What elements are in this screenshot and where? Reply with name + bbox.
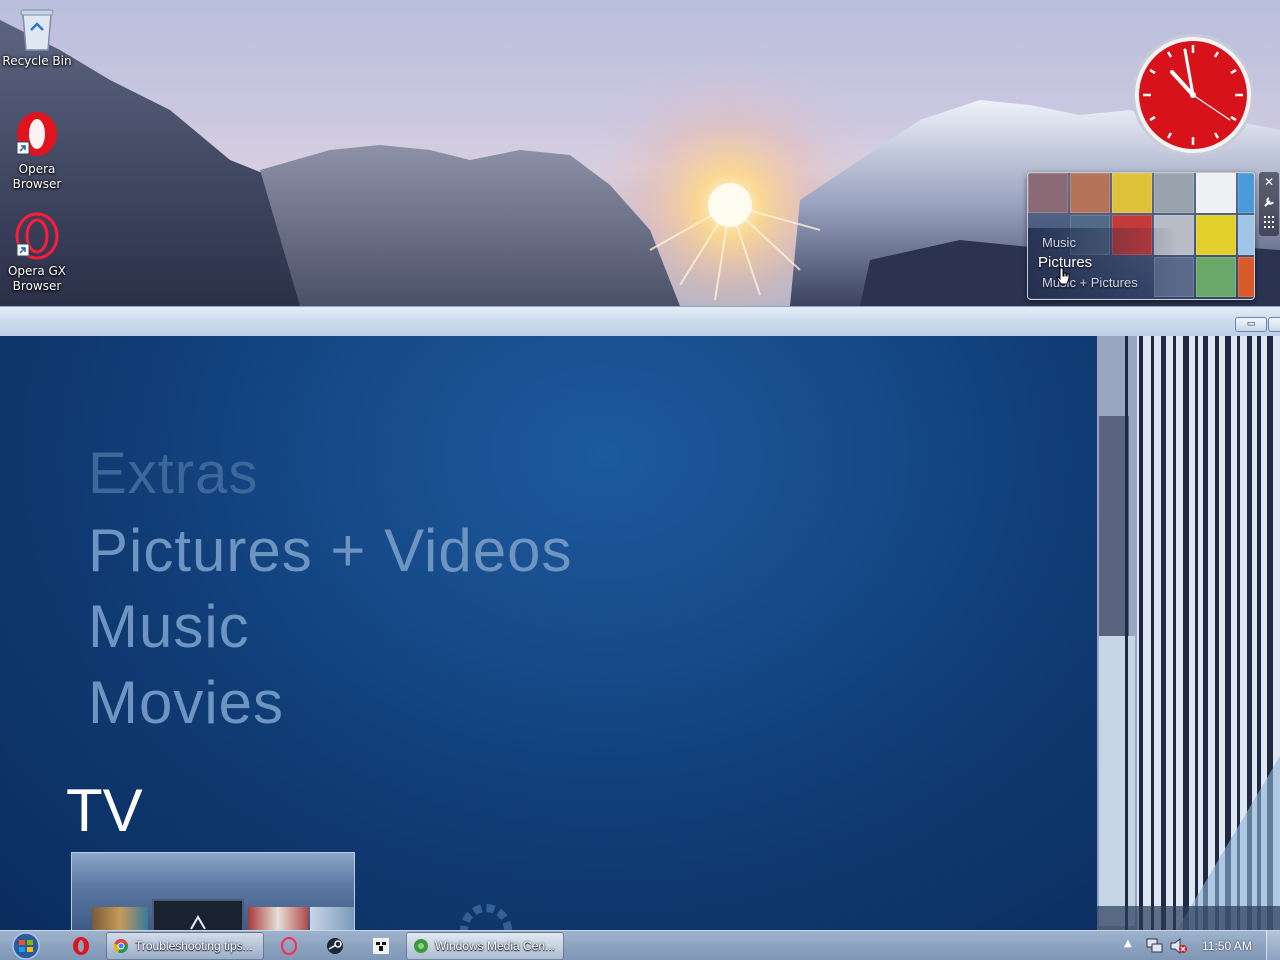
taskbar: Troubleshooting tips... Windows Media Ce… bbox=[0, 930, 1280, 960]
tv-strip[interactable] bbox=[71, 852, 355, 930]
gadget-close-button[interactable]: ✕ bbox=[1259, 172, 1279, 192]
start-button[interactable] bbox=[8, 932, 44, 960]
media-center-window-titlebar[interactable]: ▭ bbox=[0, 306, 1280, 336]
tv-thumbnail[interactable] bbox=[248, 907, 308, 930]
tv-thumbnail[interactable] bbox=[92, 907, 148, 930]
menu-item-tv[interactable]: TV bbox=[66, 776, 143, 845]
menu-item-music[interactable]: Music bbox=[88, 592, 250, 661]
maximize-button[interactable] bbox=[1268, 317, 1280, 332]
tv-play-icon bbox=[190, 915, 206, 930]
taskbar-button-chrome[interactable]: Troubleshooting tips... bbox=[106, 932, 264, 960]
volume-muted-icon[interactable] bbox=[1170, 938, 1188, 954]
display-glitch-area bbox=[1097, 336, 1280, 930]
taskbar-clock[interactable]: 11:50 AM bbox=[1202, 931, 1252, 960]
opera-icon bbox=[16, 112, 57, 156]
taskbar-button-label: Windows Media Cen... bbox=[435, 939, 556, 953]
settings-gear-icon[interactable] bbox=[456, 900, 516, 930]
minimize-button[interactable]: ▭ bbox=[1235, 317, 1267, 332]
clock-gadget[interactable] bbox=[1130, 32, 1256, 158]
menu-item-movies[interactable]: Movies bbox=[88, 668, 284, 737]
tv-thumbnail-selected[interactable] bbox=[152, 899, 244, 930]
clock-face-icon bbox=[1132, 34, 1254, 156]
windows-media-center-icon bbox=[414, 939, 428, 953]
desktop-icon-label: Opera Browser bbox=[12, 162, 62, 191]
desktop-icon-opera-gx[interactable]: Opera GX Browser bbox=[0, 212, 74, 294]
gadget-options-button[interactable] bbox=[1259, 192, 1279, 212]
gadget-drag-handle[interactable] bbox=[1259, 212, 1279, 232]
tray-show-hidden-icons[interactable]: ▲ bbox=[1124, 938, 1132, 949]
mouse-cursor-icon bbox=[1056, 267, 1070, 285]
tv-thumbnail[interactable] bbox=[310, 907, 354, 930]
menu-item-pictures-videos[interactable]: Pictures + Videos bbox=[88, 516, 573, 585]
taskbar-opera-gx-icon[interactable] bbox=[278, 935, 300, 957]
gadget-item-music[interactable]: Music bbox=[1042, 235, 1076, 250]
drag-grip-icon bbox=[1264, 216, 1274, 228]
network-icon[interactable] bbox=[1146, 938, 1164, 954]
media-center-gadget[interactable]: Music Pictures Music + Pictures bbox=[1027, 172, 1255, 300]
show-desktop-button[interactable] bbox=[1266, 931, 1280, 960]
taskbar-opera-icon[interactable] bbox=[70, 935, 92, 957]
windows-start-orb-icon bbox=[12, 932, 40, 960]
desktop-icon-recycle-bin[interactable]: Recycle Bin bbox=[0, 6, 74, 69]
menu-item-extras[interactable]: Extras bbox=[88, 440, 258, 507]
desktop-icon-opera[interactable]: Opera Browser bbox=[0, 110, 74, 192]
taskbar-steam-icon[interactable] bbox=[324, 935, 346, 957]
media-center-main: Extras Pictures + Videos Music Movies TV bbox=[0, 336, 1097, 930]
desktop-icon-label: Opera GX Browser bbox=[7, 264, 67, 293]
opera-gx-icon bbox=[15, 212, 59, 260]
options-wrench-icon bbox=[1264, 197, 1274, 207]
taskbar-button-label: Troubleshooting tips... bbox=[135, 939, 253, 953]
chrome-icon bbox=[113, 939, 128, 953]
desktop-icon-label: Recycle Bin bbox=[2, 54, 72, 68]
taskbar-minecraft-icon[interactable] bbox=[370, 935, 392, 957]
recycle-bin-icon bbox=[20, 9, 54, 51]
gadget-toolbar: ✕ bbox=[1259, 172, 1279, 236]
taskbar-button-media-center[interactable]: Windows Media Cen... bbox=[406, 932, 564, 960]
